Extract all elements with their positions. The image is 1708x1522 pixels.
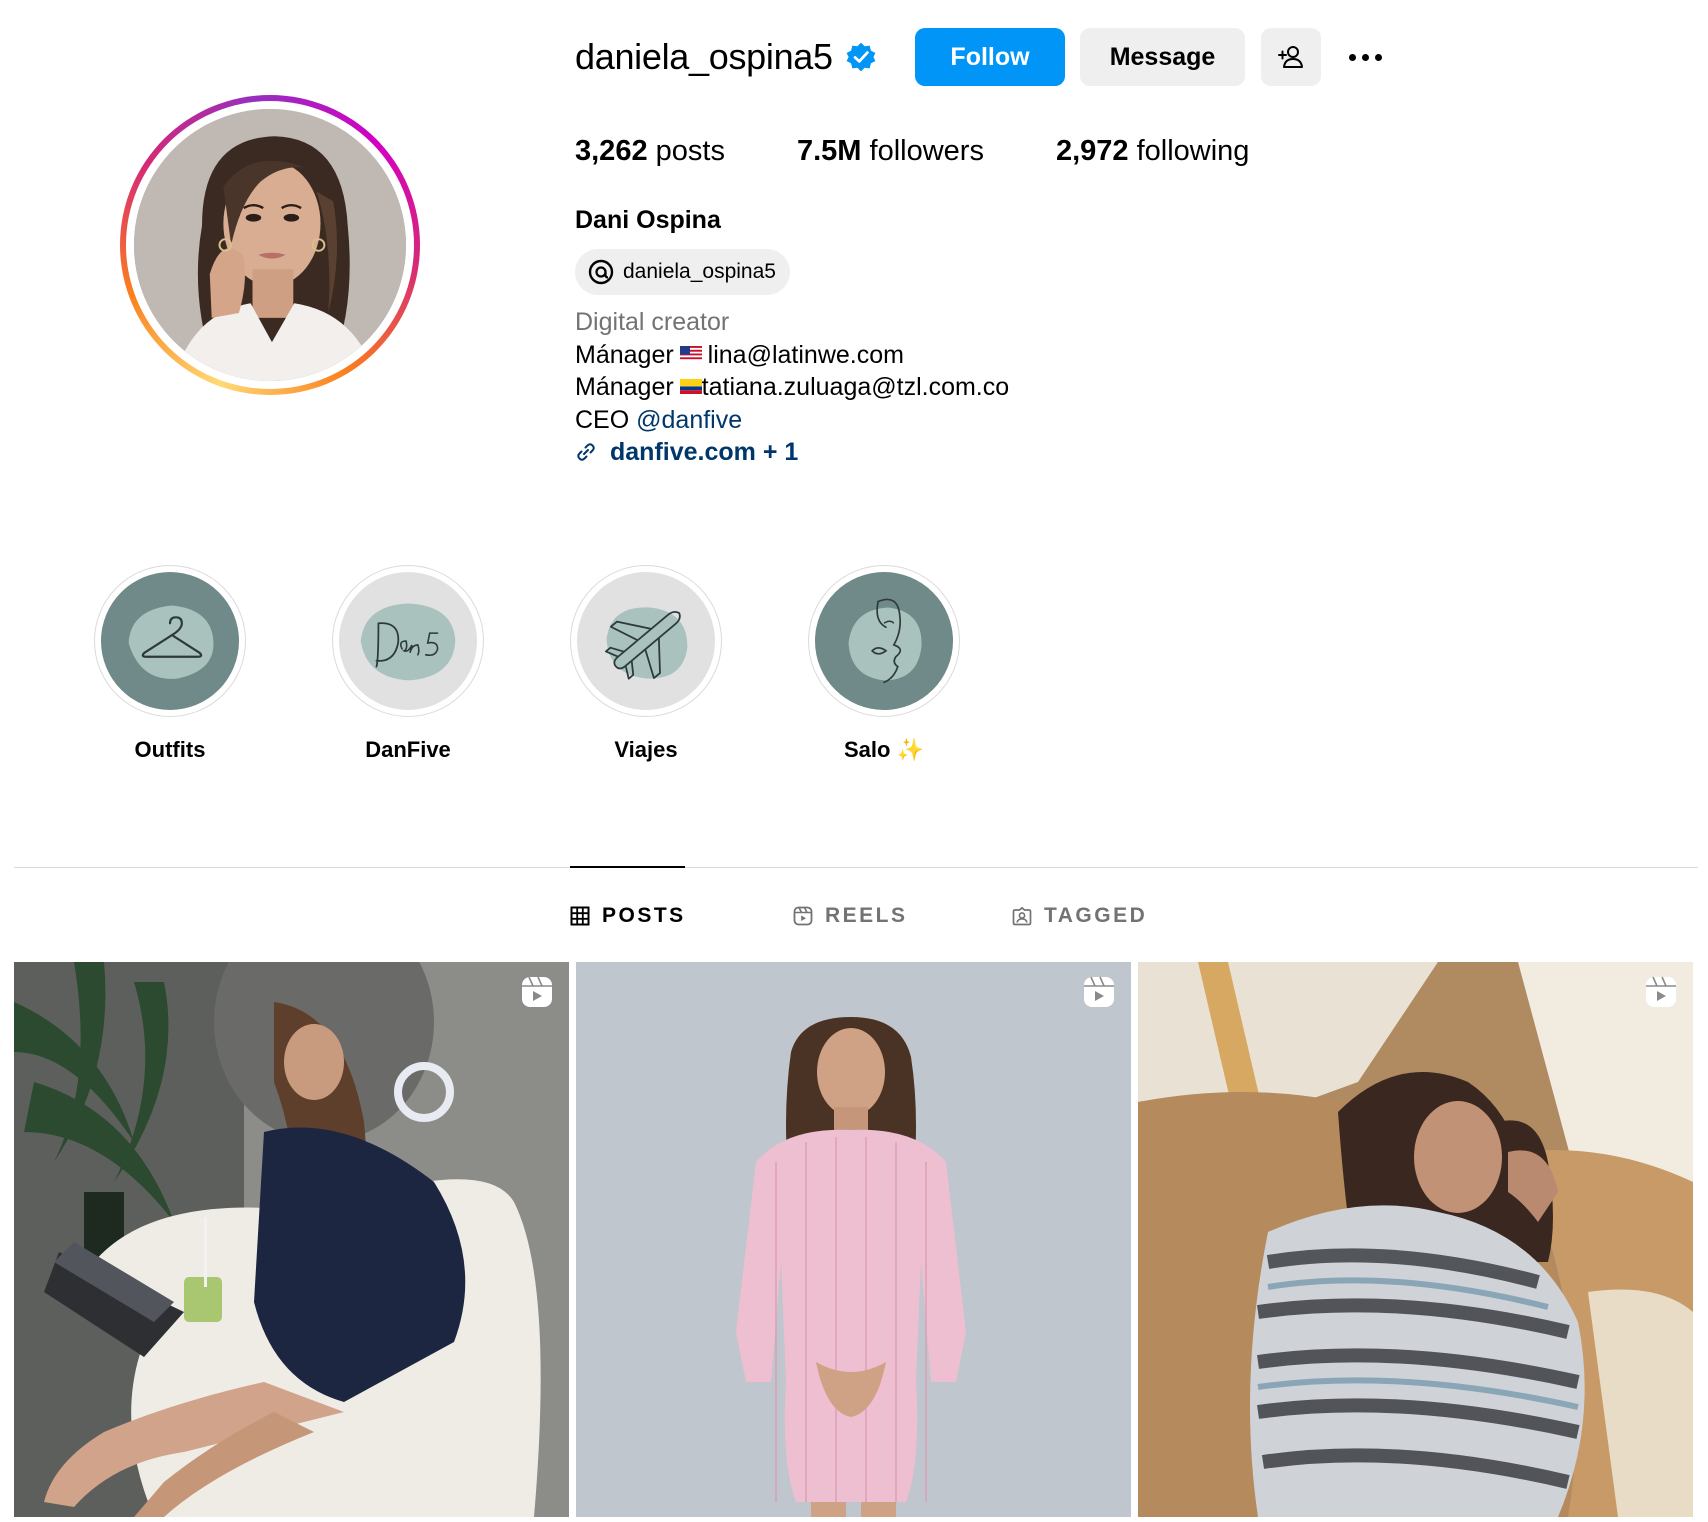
suggest-similar-button[interactable] — [1261, 28, 1321, 86]
highlight-cover — [815, 572, 953, 710]
highlight-cover — [101, 572, 239, 710]
profile-stats: 3,262 posts 7.5M followers 2,972 followi… — [575, 135, 1321, 168]
profile-avatar-ring[interactable] — [120, 95, 420, 395]
tagged-icon — [1012, 906, 1032, 926]
highlight-outfits[interactable]: Outfits — [94, 565, 246, 763]
more-dot-icon — [1374, 53, 1382, 61]
username-row: daniela_ospina5 — [575, 28, 877, 86]
bio-line-1: Mánager lina@latinwe.com — [575, 339, 1009, 372]
reel-icon — [522, 976, 552, 1007]
sparkles-icon: ✨ — [896, 737, 924, 762]
highlight-label: Viajes — [614, 737, 678, 762]
tab-posts-label: POSTS — [602, 904, 686, 927]
followers-label: followers — [869, 135, 984, 167]
post-tile[interactable] — [14, 962, 569, 1517]
bio-line-2-email: tatiana.zuluaga@tzl.com.co — [701, 373, 1010, 401]
bio-line-3-prefix: CEO — [575, 405, 630, 434]
username: daniela_ospina5 — [575, 36, 833, 77]
tab-reels-label: REELS — [825, 904, 908, 927]
danfive-mention-link[interactable]: @danfive — [636, 406, 742, 434]
us-flag-icon — [679, 346, 702, 362]
highlight-danfive[interactable]: DanFive — [332, 565, 484, 763]
following-stat[interactable]: 2,972 following — [1056, 135, 1249, 168]
reel-icon — [1646, 976, 1676, 1007]
more-dot-icon — [1348, 53, 1356, 61]
profile-category: Digital creator — [575, 308, 730, 336]
external-link[interactable]: danfive.com + 1 — [575, 436, 1009, 469]
grid-icon — [570, 906, 590, 926]
followers-count: 7.5M — [796, 135, 862, 167]
posts-stat: 3,262 posts — [575, 135, 725, 168]
post-tile[interactable] — [576, 962, 1131, 1517]
following-label: following — [1136, 135, 1250, 167]
bio: Digital creator Mánager lina@latinwe.com… — [575, 306, 1009, 469]
post-photo — [14, 962, 569, 1517]
posts-label: posts — [655, 135, 725, 167]
bio-line-1-email: lina@latinwe.com — [707, 340, 904, 369]
tabs-divider — [14, 867, 1698, 868]
highlight-label: DanFive — [365, 737, 451, 762]
verified-badge-icon — [846, 42, 876, 72]
more-dot-icon — [1361, 53, 1369, 61]
external-link-label: danfive.com + 1 — [610, 438, 799, 466]
bio-line-1-prefix: Mánager — [575, 340, 674, 369]
post-photo — [1138, 962, 1693, 1517]
profile-avatar — [134, 109, 406, 381]
follow-button[interactable]: Follow — [915, 28, 1065, 86]
tab-tagged-label: TAGGED — [1044, 904, 1148, 927]
tab-tagged[interactable]: TAGGED — [1012, 903, 1147, 929]
bio-line-3: CEO @danfive — [575, 404, 1009, 437]
highlight-viajes[interactable]: Viajes — [570, 565, 722, 763]
followers-stat[interactable]: 7.5M followers — [797, 135, 984, 168]
highlight-label: Outfits — [134, 737, 206, 762]
tab-posts[interactable]: POSTS — [570, 903, 686, 929]
highlight-label: Salo ✨ — [808, 737, 960, 763]
bio-line-2-prefix: Mánager — [575, 373, 674, 401]
highlight-cover — [339, 572, 477, 710]
threads-icon — [588, 259, 614, 285]
more-options-button[interactable] — [1340, 38, 1390, 76]
hanger-icon — [101, 572, 239, 710]
threads-badge[interactable]: daniela_ospina5 — [575, 249, 790, 295]
threads-handle: daniela_ospina5 — [623, 260, 776, 283]
following-count: 2,972 — [1055, 135, 1129, 167]
reels-icon — [793, 906, 813, 926]
post-photo — [576, 962, 1131, 1517]
airplane-icon — [577, 572, 715, 710]
active-tab-indicator — [570, 866, 685, 868]
danfive-signature-icon — [339, 572, 477, 710]
full-name: Dani Ospina — [575, 206, 721, 234]
highlight-ring — [808, 565, 960, 717]
highlight-salo[interactable]: Salo ✨ — [808, 565, 960, 763]
highlight-ring — [332, 565, 484, 717]
message-button[interactable]: Message — [1080, 28, 1245, 86]
post-tile[interactable] — [1138, 962, 1693, 1517]
link-icon — [577, 443, 595, 461]
bio-line-2: Mánager tatiana.zuluaga@tzl.com.co — [575, 371, 1009, 404]
face-line-art-icon — [815, 572, 953, 710]
colombia-flag-icon — [679, 378, 702, 394]
highlight-ring — [570, 565, 722, 717]
add-person-icon — [1278, 46, 1303, 68]
tab-reels[interactable]: REELS — [793, 903, 908, 929]
posts-count: 3,262 — [575, 135, 648, 167]
highlight-cover — [577, 572, 715, 710]
reel-icon — [1084, 976, 1114, 1007]
highlight-label-text: Salo — [844, 737, 891, 762]
highlight-ring — [94, 565, 246, 717]
